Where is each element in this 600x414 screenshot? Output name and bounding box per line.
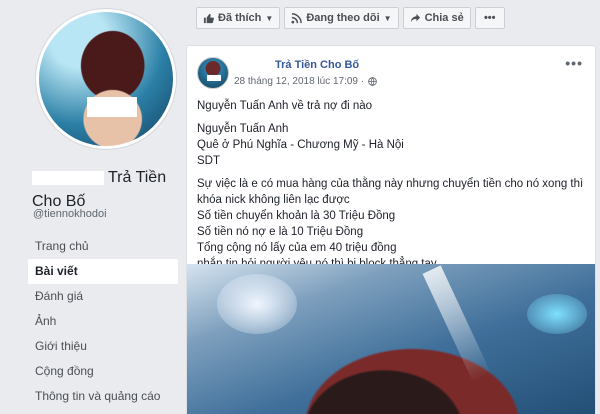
left-column: Trả Tiền Cho Bố @tiennokhodoi Trang chủ …: [0, 0, 185, 414]
page-title: Trả Tiền Cho Bố: [32, 166, 182, 214]
rss-icon: [291, 12, 303, 24]
share-arrow-icon: [410, 13, 420, 22]
nav-item-reviews[interactable]: Đánh giá: [28, 284, 178, 309]
light-flare: [217, 274, 297, 334]
post-line: Nguyễn Tuấn Anh: [197, 123, 289, 135]
post-photo[interactable]: [187, 264, 595, 414]
post-line: SDT: [197, 155, 220, 167]
more-options-button[interactable]: •••: [474, 7, 505, 29]
page-nav: Trang chủ Bài viết Đánh giá Ảnh Giới thi…: [28, 234, 178, 409]
censor-box: [207, 75, 221, 81]
nav-item-about[interactable]: Giới thiệu: [28, 334, 178, 359]
liked-label: Đã thích: [218, 12, 262, 24]
nav-item-posts[interactable]: Bài viết: [28, 259, 178, 284]
post-line: Quê ở Phú Nghĩa - Chương Mỹ - Hà Nội: [197, 139, 404, 151]
light-beam: [422, 265, 492, 383]
liked-button[interactable]: Đã thích ▼: [196, 7, 281, 29]
post-options-button[interactable]: •••: [565, 55, 583, 71]
nav-item-photos[interactable]: Ảnh: [28, 309, 178, 334]
post-line: Nguyễn Tuấn Anh về trả nợ đi nào: [197, 100, 373, 112]
post-line: Số tiền chuyển khoản là 30 Triệu Đồng: [197, 210, 396, 222]
profile-picture[interactable]: [36, 9, 176, 149]
post-card: Trả Tiền Cho Bố 28 tháng 12, 2018 lúc 17…: [186, 45, 596, 414]
post-line: Tổng cộng nó lấy của em 40 triệu đồng: [197, 242, 397, 254]
censor-box: [32, 170, 104, 185]
page-handle[interactable]: @tiennokhodoi: [33, 208, 107, 220]
avatar: [39, 12, 173, 146]
following-label: Đang theo dõi: [306, 12, 380, 24]
page-action-bar: Đã thích ▼ Đang theo dõi ▼ Chia sẻ •••: [196, 7, 505, 29]
light-flare: [527, 294, 587, 334]
censor-box: [87, 97, 137, 117]
nav-item-home[interactable]: Trang chủ: [28, 234, 178, 259]
share-label: Chia sẻ: [424, 12, 464, 24]
nav-item-info-ads[interactable]: Thông tin và quảng cáo: [28, 384, 178, 409]
chevron-down-icon: ▼: [383, 13, 392, 23]
globe-icon: [368, 77, 377, 86]
nav-item-community[interactable]: Cộng đồng: [28, 359, 178, 384]
share-button[interactable]: Chia sẻ: [402, 7, 471, 29]
post-author-link[interactable]: Trả Tiền Cho Bố: [275, 59, 359, 71]
post-line: Sự việc là e có mua hàng của thằng này n…: [197, 178, 584, 206]
post-author-avatar[interactable]: [197, 57, 229, 89]
post-timestamp[interactable]: 28 tháng 12, 2018 lúc 17:09 ·: [234, 76, 364, 87]
chevron-down-icon: ▼: [265, 13, 274, 23]
post-meta: 28 tháng 12, 2018 lúc 17:09 ·: [234, 76, 377, 87]
thumbs-up-icon: [203, 13, 214, 23]
following-button[interactable]: Đang theo dõi ▼: [284, 7, 399, 29]
post-text: Nguyễn Tuấn Anh về trả nợ đi nào Nguyễn …: [197, 98, 592, 272]
post-line: Số tiền nó nợ e là 10 Triệu Đồng: [197, 226, 364, 238]
